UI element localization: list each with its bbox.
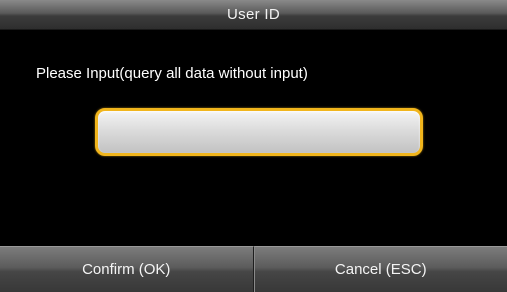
user-id-input[interactable] bbox=[95, 108, 423, 156]
button-bar: Confirm (OK) Cancel (ESC) bbox=[0, 246, 507, 292]
input-prompt: Please Input(query all data without inpu… bbox=[36, 65, 308, 82]
confirm-button-label: Confirm (OK) bbox=[82, 261, 171, 278]
title-bar: User ID bbox=[0, 0, 507, 30]
cancel-button[interactable]: Cancel (ESC) bbox=[253, 246, 507, 292]
dialog-title: User ID bbox=[227, 6, 280, 23]
confirm-button[interactable]: Confirm (OK) bbox=[0, 246, 254, 292]
cancel-button-label: Cancel (ESC) bbox=[334, 261, 427, 278]
user-id-dialog: User ID Please Input(query all data with… bbox=[0, 0, 507, 292]
